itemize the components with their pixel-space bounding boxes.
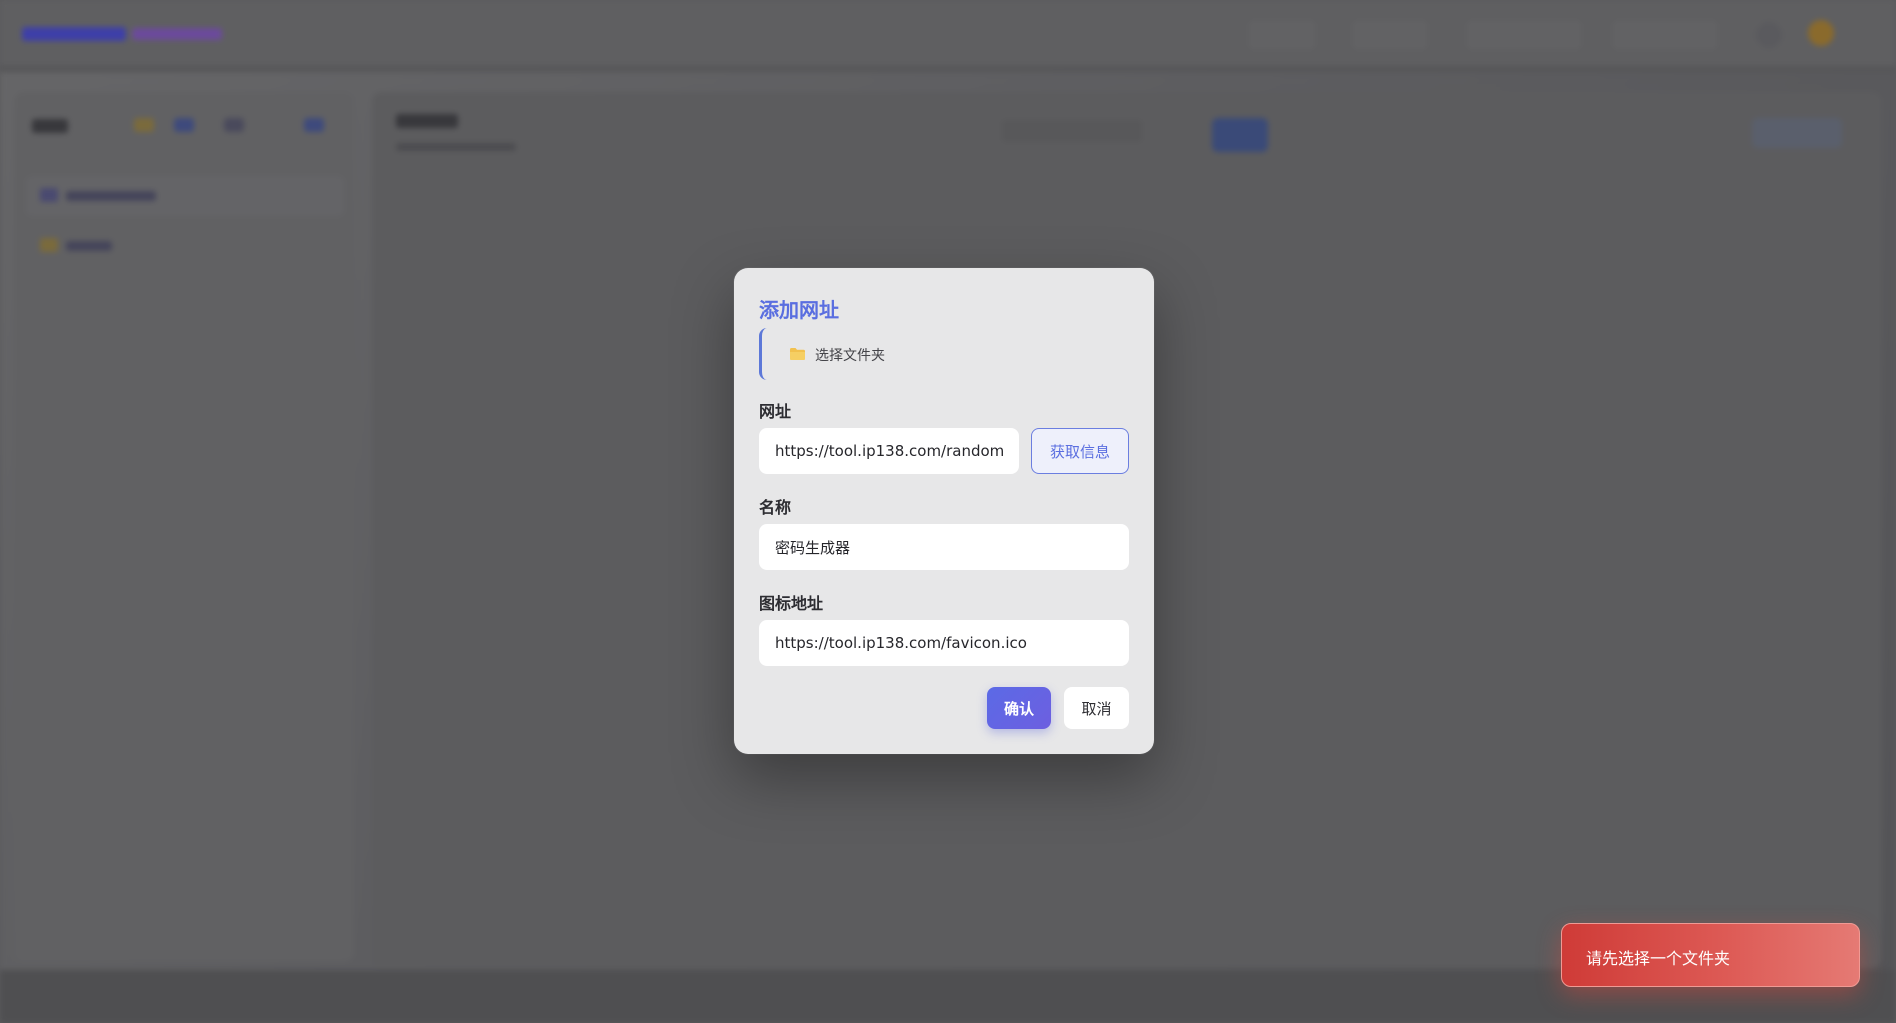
folder-select[interactable]: 选择文件夹 bbox=[759, 328, 1129, 380]
folder-icon bbox=[40, 238, 58, 252]
dialog-title: 添加网址 bbox=[759, 298, 839, 322]
name-input[interactable] bbox=[759, 524, 1129, 570]
sidebar-tool-4 bbox=[304, 118, 324, 132]
sidebar-folder-2 bbox=[26, 226, 344, 266]
main-action-button bbox=[1212, 118, 1268, 152]
icon-url-input[interactable] bbox=[759, 620, 1129, 666]
sidebar-tool-2 bbox=[174, 118, 194, 132]
folder-icon bbox=[790, 348, 805, 360]
main-subtitle bbox=[396, 140, 516, 154]
confirm-button[interactable]: 确认 bbox=[987, 687, 1051, 729]
folder-icon bbox=[40, 188, 58, 202]
icon-url-label: 图标地址 bbox=[759, 594, 824, 613]
sidebar-tool-3 bbox=[224, 118, 244, 132]
url-label: 网址 bbox=[759, 402, 792, 421]
main-right-button bbox=[1752, 118, 1842, 148]
sidebar-tool-1 bbox=[134, 118, 154, 132]
avatar bbox=[1808, 20, 1834, 46]
name-label: 名称 bbox=[759, 498, 792, 517]
main-search bbox=[1002, 120, 1142, 142]
app-logo bbox=[22, 20, 222, 48]
add-url-dialog: 添加网址 选择文件夹 网址 获取信息 名称 图标地址 确认 取消 bbox=[734, 268, 1154, 754]
sidebar-title bbox=[32, 110, 68, 140]
fetch-info-button[interactable]: 获取信息 bbox=[1031, 428, 1129, 474]
toast-message: 请先选择一个文件夹 bbox=[1586, 949, 1731, 968]
theme-icon bbox=[1756, 22, 1782, 48]
url-input[interactable] bbox=[759, 428, 1019, 474]
nav-button-1 bbox=[1246, 18, 1318, 52]
sidebar bbox=[14, 92, 354, 962]
nav-button-3 bbox=[1464, 18, 1584, 52]
nav-button-4 bbox=[1610, 18, 1720, 52]
nav-button-2 bbox=[1350, 18, 1430, 52]
cancel-button[interactable]: 取消 bbox=[1064, 687, 1129, 729]
folder-select-label: 选择文件夹 bbox=[815, 348, 885, 364]
error-toast: 请先选择一个文件夹 bbox=[1561, 923, 1860, 987]
sidebar-folder-1 bbox=[26, 176, 344, 216]
main-title bbox=[396, 112, 458, 133]
top-bar bbox=[0, 0, 1896, 72]
